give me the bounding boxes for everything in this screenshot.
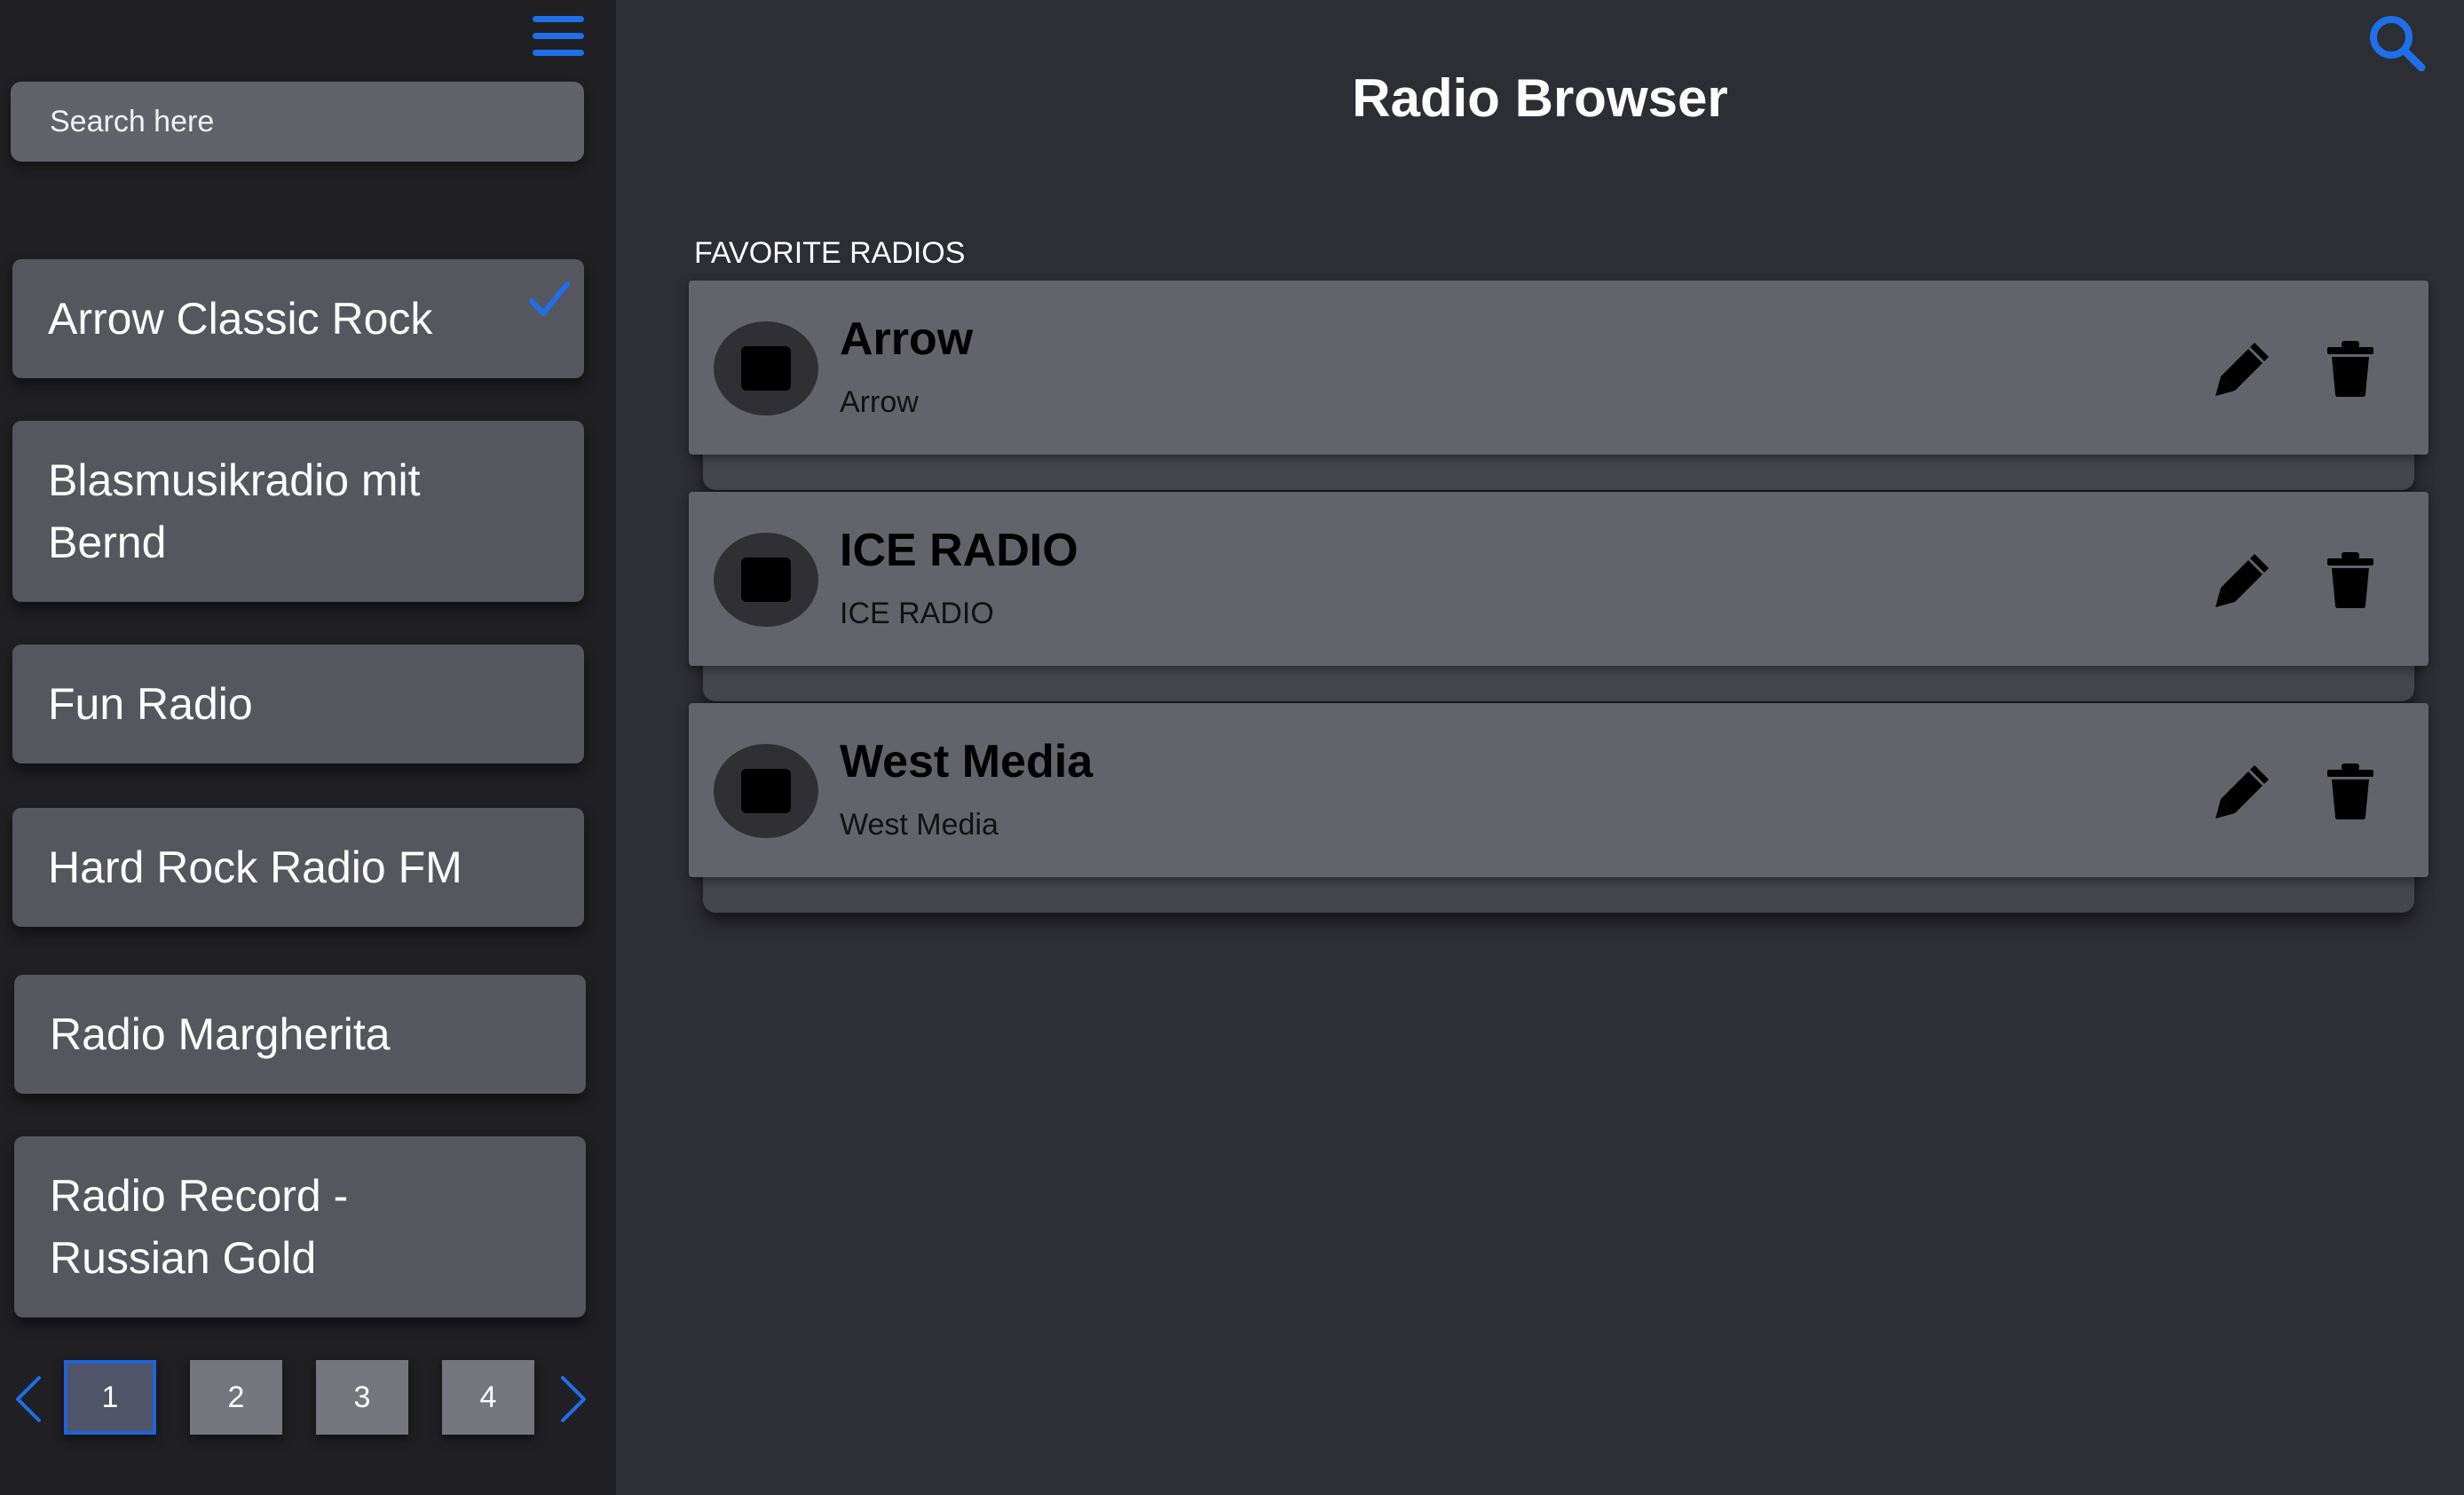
search-input[interactable] [11,82,584,162]
hamburger-menu-icon[interactable] [529,12,588,60]
station-label: Hard Rock Radio FM [48,842,462,892]
checkmark-icon [529,281,570,316]
station-label: Radio Record - Russian Gold [50,1171,349,1283]
page-title: Radio Browser [1352,68,1728,128]
sidebar-item-fun-radio[interactable]: Fun Radio [12,645,584,763]
favorite-radio-name: Arrow [840,313,974,365]
page-button-2[interactable]: 2 [190,1360,282,1435]
page-button-3[interactable]: 3 [316,1360,408,1435]
sidebar-item-radio-margherita[interactable]: Radio Margherita [14,975,586,1094]
station-label: Fun Radio [48,679,253,729]
pencil-icon[interactable] [2214,339,2272,398]
trash-icon[interactable] [2324,762,2377,820]
favorite-radio-name: ICE RADIO [840,525,1078,576]
station-label: Radio Margherita [50,1009,391,1059]
chevron-right-icon[interactable] [556,1372,591,1426]
sidebar: Arrow Classic Rock Blasmusikradio mit Be… [0,0,616,1495]
favorite-radio-card[interactable]: Arrow Arrow [689,281,2428,455]
play-stop-button[interactable] [714,533,818,627]
favorite-radio-subtitle: Arrow [840,385,919,419]
station-label: Arrow Classic Rock [48,294,433,344]
favorite-radio-subtitle: West Media [840,808,999,842]
favorite-radio-name: West Media [840,736,1094,787]
sidebar-item-blasmusikradio-mit-bernd[interactable]: Blasmusikradio mit Bernd [12,421,584,602]
page-button-4[interactable]: 4 [442,1360,534,1435]
station-label: Blasmusikradio mit Bernd [48,455,421,567]
favorite-radio-card[interactable]: West Media West Media [689,703,2428,877]
sidebar-item-hard-rock-radio-fm[interactable]: Hard Rock Radio FM [12,808,584,927]
pencil-icon[interactable] [2214,550,2272,609]
page-button-1[interactable]: 1 [64,1360,156,1435]
play-stop-button[interactable] [714,744,818,838]
sidebar-item-radio-record-russian-gold[interactable]: Radio Record - Russian Gold [14,1136,586,1317]
play-stop-button[interactable] [714,321,818,415]
pencil-icon[interactable] [2214,762,2272,820]
trash-icon[interactable] [2324,339,2377,398]
favorite-radio-card[interactable]: ICE RADIO ICE RADIO [689,492,2428,666]
stop-icon [741,558,791,602]
trash-icon[interactable] [2324,550,2377,609]
section-label-favorite-radios: FAVORITE RADIOS [694,236,966,270]
stop-icon [741,346,791,391]
sidebar-item-arrow-classic-rock[interactable]: Arrow Classic Rock [12,259,584,378]
search-icon[interactable] [2366,12,2427,73]
stop-icon [741,769,791,813]
chevron-left-icon[interactable] [11,1372,46,1426]
favorite-radio-subtitle: ICE RADIO [840,597,994,630]
